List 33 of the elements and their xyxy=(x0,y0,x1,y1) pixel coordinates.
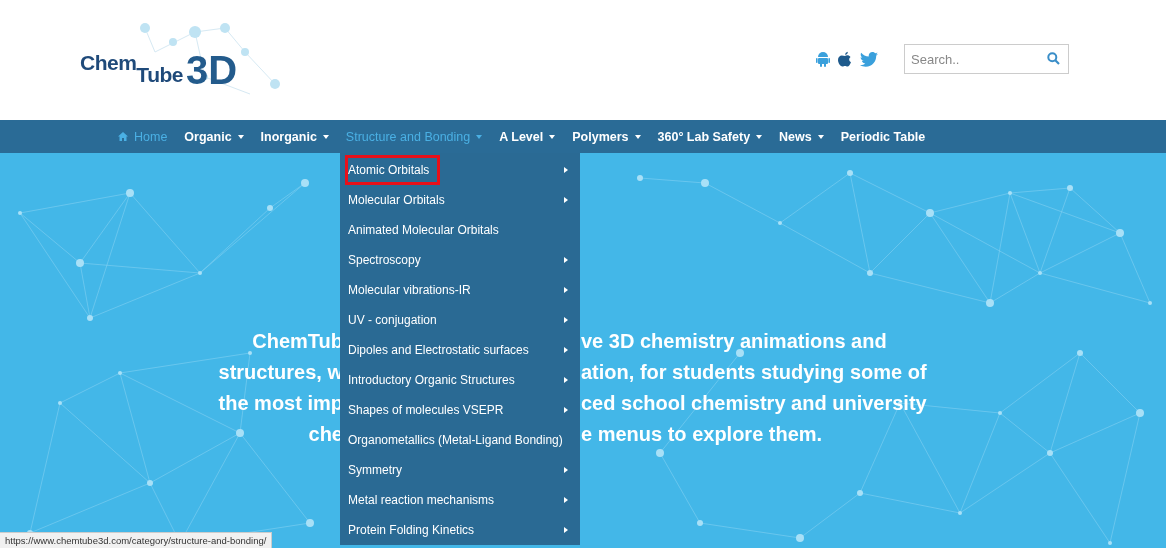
home-icon xyxy=(118,132,128,141)
menu-item[interactable]: Dipoles and Electrostatic surfaces xyxy=(340,335,580,365)
search-field[interactable]: Search.. xyxy=(904,44,1069,74)
hero-text: ve 3D chemistry animations and xyxy=(581,330,888,353)
nav-link[interactable]: News xyxy=(779,120,841,153)
bird-icon[interactable] xyxy=(860,51,878,67)
hero-text: ced school chemistry and university xyxy=(581,392,928,415)
menu-item[interactable]: Spectroscopy xyxy=(340,245,580,275)
nav-link[interactable]: Organic xyxy=(184,120,261,153)
menu-item[interactable]: Protein Folding Kinetics xyxy=(340,515,580,545)
nav-link[interactable]: A Level xyxy=(499,120,573,153)
menu-item[interactable]: Atomic Orbitals xyxy=(340,155,580,185)
menu-item[interactable]: Symmetry xyxy=(340,455,580,485)
status-url: https://www.chemtube3d.com/category/structure-and-bonding/ xyxy=(5,535,267,546)
android-icon[interactable] xyxy=(816,51,830,67)
menu-item[interactable]: Shapes of molecules VSEPR xyxy=(340,395,580,425)
apple-icon[interactable] xyxy=(838,51,852,67)
search-icon[interactable] xyxy=(1047,52,1060,65)
menu-item[interactable]: Metal reaction mechanisms xyxy=(340,485,580,515)
nav-link[interactable]: Periodic Table xyxy=(840,120,943,153)
hero-text: ation, for students studying some of xyxy=(581,361,928,384)
hero-text: ChemTub xyxy=(252,330,343,353)
menu-item[interactable]: Molecular Orbitals xyxy=(340,185,580,215)
menu-item[interactable]: Molecular vibrations-IR xyxy=(340,275,580,305)
hero-text: e menus to explore them. xyxy=(581,423,824,446)
menu-item[interactable]: Organometallics (Metal-Ligand Bonding) xyxy=(340,425,580,455)
menu-item[interactable]: Animated Molecular Orbitals xyxy=(340,215,580,245)
nav-link[interactable]: 360° Lab Safety xyxy=(657,120,780,153)
logo[interactable]: ChemTube3D xyxy=(80,21,285,97)
nav-link[interactable]: Inorganic xyxy=(260,120,346,153)
menu-item[interactable]: UV - conjugation xyxy=(340,305,580,335)
menu-item[interactable]: Introductory Organic Structures xyxy=(340,365,580,395)
nav-link[interactable]: Polymers xyxy=(572,120,658,153)
